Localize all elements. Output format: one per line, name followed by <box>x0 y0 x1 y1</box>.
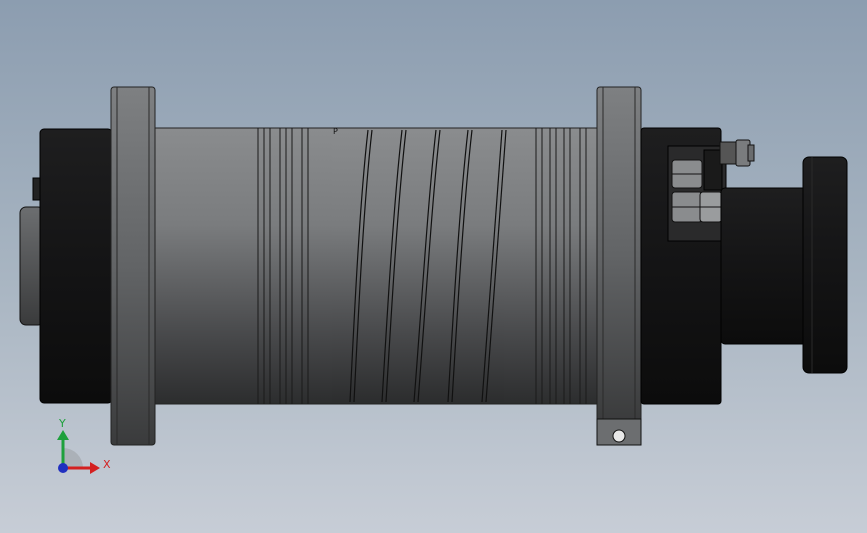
spindle-model[interactable]: P Y X <box>0 0 867 533</box>
top-bolt[interactable] <box>719 139 755 167</box>
front-flange-left[interactable] <box>110 86 156 446</box>
mounting-flange-right[interactable] <box>596 86 642 424</box>
part-marker: P <box>333 127 338 136</box>
origin-dot <box>58 463 68 473</box>
spindle-shaft <box>720 187 808 345</box>
helical-section <box>332 130 504 402</box>
graphics-viewport[interactable]: P Y X <box>0 0 867 533</box>
bracket-hole <box>612 429 626 443</box>
x-axis-label: X <box>103 458 111 471</box>
coolant-fittings[interactable] <box>667 145 727 242</box>
y-axis-label: Y <box>58 417 66 430</box>
rear-housing <box>39 128 113 404</box>
coordinate-triad[interactable]: Y X <box>57 417 111 474</box>
spindle-nose[interactable] <box>802 156 848 374</box>
